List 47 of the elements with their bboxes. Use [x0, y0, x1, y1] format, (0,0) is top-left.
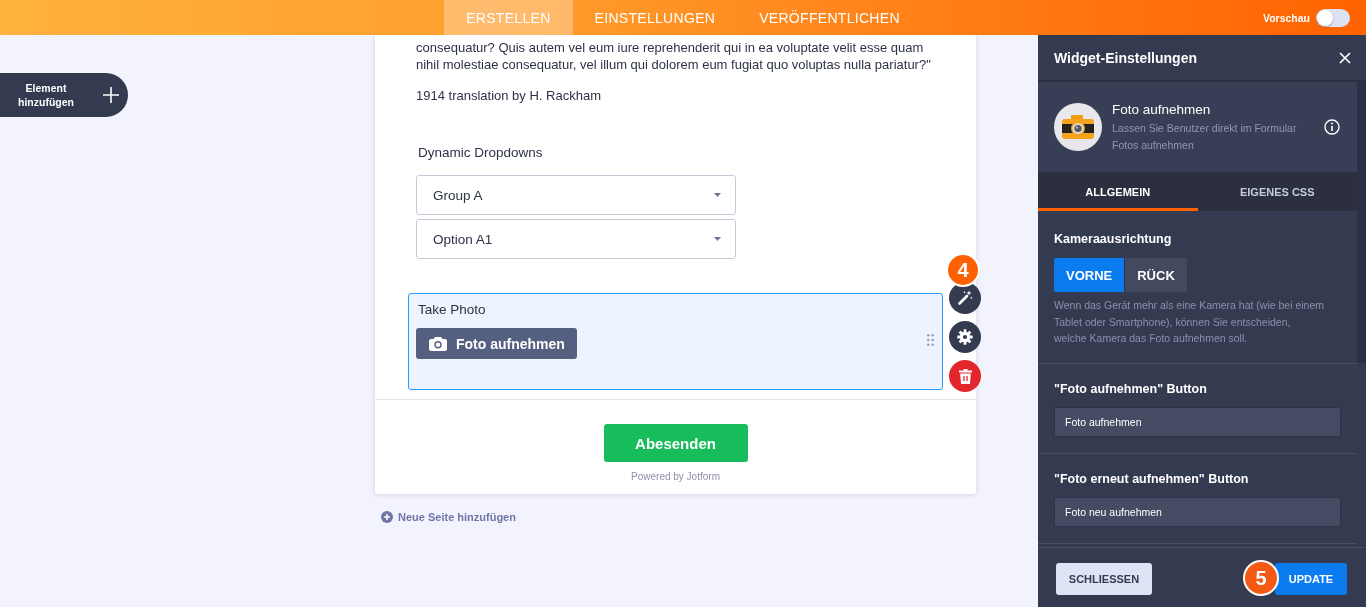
- step-badge: 4: [946, 253, 980, 287]
- form-field[interactable]: Take Photo Foto aufnehmen: [408, 293, 943, 390]
- magic-wand-icon: [957, 290, 973, 306]
- camera-icon: [429, 336, 447, 351]
- segment-option[interactable]: RÜCK: [1124, 258, 1187, 292]
- text-field[interactable]: Foto neu aufnehmen: [1054, 496, 1341, 527]
- help-text: Wenn das Gerät mehr als eine Kamera hat (wie bei einem Tablet oder Smartphone), können Sie entscheiden, welche Kamera das Foto aufnehmen soll.: [1054, 298, 1325, 346]
- wand-button[interactable]: [949, 282, 981, 314]
- setting-label: "Foto aufnehmen" Button: [1054, 380, 1207, 397]
- add-page-link[interactable]: Neue Seite hinzufügen: [381, 510, 516, 524]
- dropdown[interactable]: Group A: [416, 175, 736, 215]
- settings-button[interactable]: [949, 321, 981, 353]
- close-icon: [1339, 51, 1351, 64]
- widget-name: Foto aufnehmen: [1112, 100, 1211, 118]
- gear-icon: [957, 329, 973, 345]
- caption-text: 1914 translation by H. Rackham: [416, 87, 601, 104]
- drag-handle-icon: [927, 334, 934, 346]
- preview-toggle[interactable]: [1316, 8, 1350, 27]
- setting-label: "Foto erneut aufnehmen" Button: [1054, 470, 1249, 487]
- text-field[interactable]: Foto aufnehmen: [1054, 406, 1341, 437]
- plus-circle-icon: [381, 511, 393, 523]
- preview-label: Vorschau: [1262, 11, 1310, 24]
- field-label: Dynamic Dropdowns: [418, 145, 543, 161]
- widget-description: Lassen Sie Benutzer direkt im Formular Fotos aufnehmen: [1112, 120, 1298, 153]
- plus-icon: [103, 87, 119, 103]
- camera-icon: [1054, 103, 1102, 151]
- trash-icon: [958, 368, 972, 384]
- take-photo-button[interactable]: Foto aufnehmen: [416, 328, 577, 359]
- caret-icon: [714, 193, 721, 197]
- close-button[interactable]: [1339, 51, 1351, 64]
- caret-icon: [714, 237, 721, 241]
- close-button[interactable]: SCHLIESSEN: [1056, 563, 1152, 595]
- segment-option[interactable]: VORNE: [1054, 258, 1125, 292]
- panel-tab[interactable]: ALLGEMEIN: [1038, 172, 1198, 211]
- field-label: Take Photo: [418, 302, 486, 318]
- dropdown[interactable]: Option A1: [416, 219, 736, 259]
- panel-title: Widget-Einstellungen: [1054, 49, 1197, 66]
- panel-tab[interactable]: EIGENES CSS: [1197, 172, 1357, 211]
- add-element-button[interactable]: Element hinzufügen: [0, 73, 128, 117]
- step-badge: 5: [1243, 560, 1279, 596]
- info-icon[interactable]: [1324, 119, 1340, 135]
- update-button[interactable]: UPDATE: [1275, 563, 1347, 595]
- setting-label: Kameraausrichtung: [1054, 231, 1172, 247]
- powered-by-text: Powered by Jotform: [631, 471, 720, 483]
- delete-button[interactable]: [949, 360, 981, 392]
- scrollbar[interactable]: [1357, 82, 1366, 363]
- quote-text: consequatur? Quis autem vel eum iure reprehenderit qui in ea voluptate velit esse quam nihil molestiae consequatur, vel illum qui dolorem eum fugiat quo voluptas nulla pariatur?": [415, 39, 931, 73]
